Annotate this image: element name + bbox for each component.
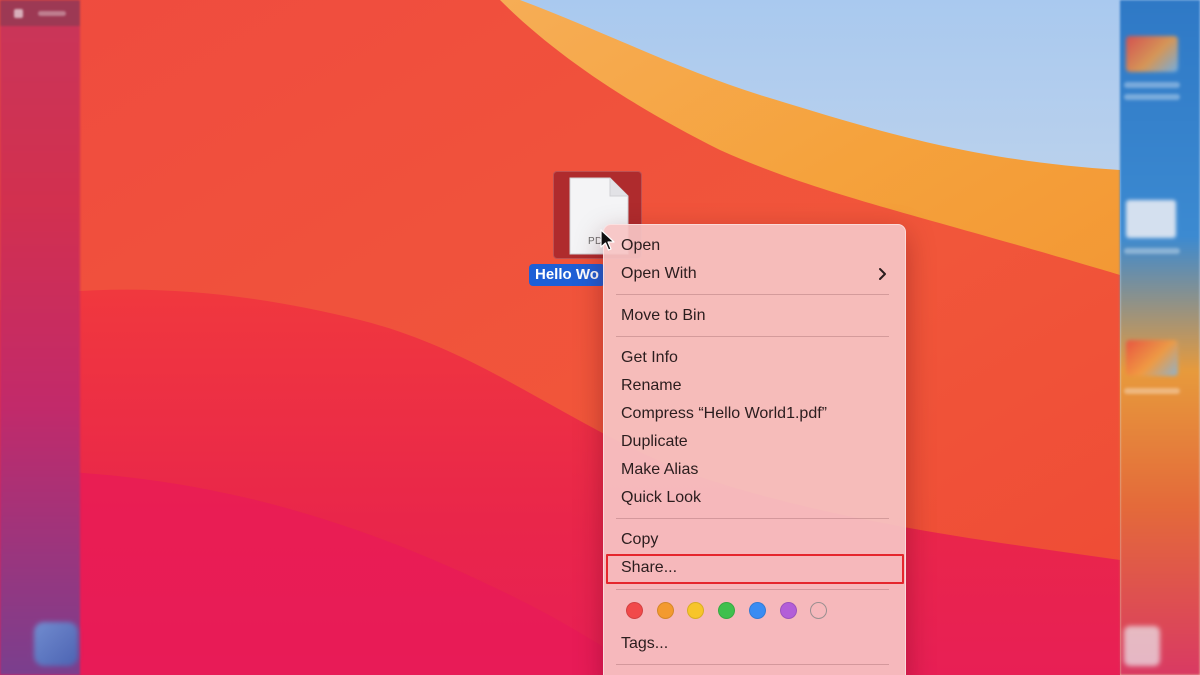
- menu-separator: [616, 664, 889, 665]
- menu-separator: [616, 518, 889, 519]
- menu-item-open[interactable]: Open: [604, 234, 905, 258]
- menu-item-duplicate[interactable]: Duplicate: [604, 430, 905, 454]
- menu-item-move-to-bin[interactable]: Move to Bin: [604, 304, 905, 328]
- blurred-thumbnail: [1126, 340, 1178, 376]
- blurred-left-window: [0, 0, 80, 675]
- menu-item-tags[interactable]: Tags...: [604, 632, 905, 656]
- menu-item-open-with[interactable]: Open With: [604, 262, 905, 286]
- desktop-wallpaper: [0, 0, 1200, 675]
- finder-dock-icon: [34, 622, 78, 666]
- tag-purple-dot[interactable]: [779, 602, 797, 619]
- blurred-caption: [1124, 248, 1180, 254]
- blurred-caption: [1124, 94, 1180, 100]
- chevron-right-icon: [879, 268, 886, 280]
- menu-item-label: Open With: [621, 265, 697, 282]
- menu-item-copy[interactable]: Copy: [604, 528, 905, 552]
- blurred-caption: [1124, 82, 1180, 88]
- menu-separator: [616, 336, 889, 337]
- menu-separator: [616, 589, 889, 590]
- blurred-right-window: [1120, 0, 1200, 675]
- tag-red-dot[interactable]: [626, 602, 643, 619]
- menu-item-make-alias[interactable]: Make Alias: [604, 458, 905, 482]
- tag-orange-dot[interactable]: [656, 602, 674, 619]
- menu-item-get-info[interactable]: Get Info: [604, 346, 905, 370]
- blurred-caption: [1124, 388, 1180, 394]
- wallpaper-art: [0, 0, 1200, 675]
- trash-dock-icon: [1124, 626, 1160, 666]
- tag-green-dot[interactable]: [718, 602, 736, 619]
- tag-yellow-dot[interactable]: [687, 602, 705, 619]
- mouse-pointer-icon: [600, 229, 615, 251]
- blurred-document-thumbnail: [1126, 200, 1176, 238]
- desktop-file-name[interactable]: Hello Wo: [529, 264, 605, 286]
- menu-separator: [616, 294, 889, 295]
- menu-item-quick-look[interactable]: Quick Look: [604, 486, 905, 510]
- menu-item-compress[interactable]: Compress “Hello World1.pdf”: [604, 402, 905, 426]
- context-menu: Open Open With Move to Bin Get Info Rena…: [603, 224, 906, 675]
- left-window-toolbar: [0, 0, 80, 26]
- blurred-thumbnail: [1126, 36, 1178, 72]
- share-highlight-box: [606, 554, 904, 584]
- tag-none-dot[interactable]: [810, 602, 828, 619]
- tag-blue-dot[interactable]: [748, 602, 766, 619]
- menu-item-rename[interactable]: Rename: [604, 374, 905, 398]
